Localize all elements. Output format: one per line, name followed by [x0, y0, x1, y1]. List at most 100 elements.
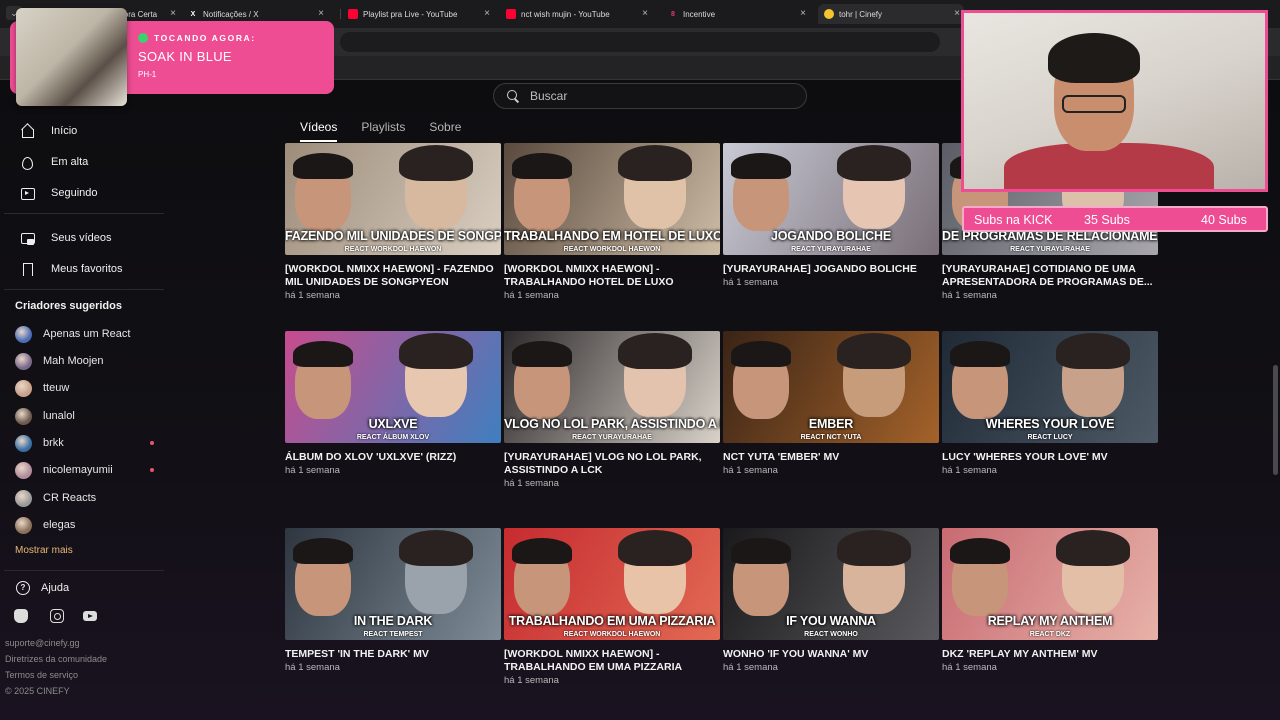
video-thumbnail[interactable]: VLOG NO LOL PARK, ASSISTINDO A LCK REACT … [504, 331, 720, 443]
video-card[interactable]: FAZENDO MIL UNIDADES DE SONGPYEON REACT W… [285, 143, 501, 301]
video-thumbnail[interactable]: UXLXVE REACT ÁLBUM XLOV [285, 331, 501, 443]
now-playing-label: TOCANDO AGORA: [138, 33, 256, 43]
video-title[interactable]: ÁLBUM DO XLOV 'UXLXVE' (RIZZ) [285, 451, 501, 464]
video-thumbnail[interactable]: IF YOU WANNA REACT WONHO [723, 528, 939, 640]
video-thumbnail[interactable]: TRABALHANDO EM HOTEL DE LUXO REACT WORKDO… [504, 143, 720, 255]
creator-name: nicolemayumii [43, 464, 113, 476]
webcam-overlay [961, 10, 1268, 192]
video-card[interactable]: TRABALHANDO EM UMA PIZZARIA REACT WORKDOL… [504, 528, 720, 686]
creator-item[interactable]: tteuw [15, 379, 160, 397]
video-title[interactable]: NCT YUTA 'EMBER' MV [723, 451, 939, 464]
creator-name: CR Reacts [43, 492, 97, 504]
host-hair [293, 341, 353, 367]
video-title[interactable]: [WORKDOL NMIXX HAEWON] - TRABALHANDO HOT… [504, 263, 720, 289]
video-title[interactable]: DKZ 'REPLAY MY ANTHEM' MV [942, 648, 1158, 661]
creator-item[interactable]: Apenas um React [15, 325, 160, 343]
video-title[interactable]: [WORKDOL NMIXX HAEWON] - TRABALHANDO EM … [504, 648, 720, 674]
avatar [15, 489, 32, 507]
incentive-icon: 8 [671, 10, 675, 18]
nav-favorites[interactable]: Meus favoritos [20, 259, 123, 279]
guest-hair [1056, 333, 1130, 369]
video-card[interactable]: IF YOU WANNA REACT WONHO WONHO 'IF YOU WAN… [723, 528, 939, 673]
scrollbar[interactable] [1270, 80, 1280, 720]
browser-tab-active[interactable]: tohr | Cinefy × [818, 4, 964, 24]
video-card[interactable]: TRABALHANDO EM HOTEL DE LUXO REACT WORKDO… [504, 143, 720, 301]
subs-goal-bar: Subs na KICK 35 Subs 40 Subs [962, 206, 1268, 232]
video-title[interactable]: WONHO 'IF YOU WANNA' MV [723, 648, 939, 661]
thumbnail-subtitle: REACT YURAYURAHAE [791, 246, 871, 253]
video-card[interactable]: JOGANDO BOLICHE REACT YURAYURAHAE [YURAYUR… [723, 143, 939, 288]
spotify-icon [138, 33, 148, 43]
host-hair [512, 538, 572, 564]
thumbnail-subtitle: REACT TEMPEST [363, 631, 423, 638]
video-thumbnail[interactable]: EMBER REACT NCT YUTA [723, 331, 939, 443]
video-card[interactable]: UXLXVE REACT ÁLBUM XLOV ÁLBUM DO XLOV 'UXL… [285, 331, 501, 476]
tab-close-icon[interactable]: × [642, 8, 648, 20]
nav-following[interactable]: Seguindo [20, 183, 98, 203]
video-card[interactable]: REPLAY MY ANTHEM REACT DKZ DKZ 'REPLAY MY … [942, 528, 1158, 673]
tab-close-icon[interactable]: × [170, 8, 176, 20]
url-field[interactable] [340, 32, 940, 52]
tab-close-icon[interactable]: × [954, 8, 960, 20]
video-card[interactable]: WHERES YOUR LOVE REACT LUCY LUCY 'WHERES Y… [942, 331, 1158, 476]
creator-item[interactable]: lunalol [15, 407, 160, 425]
guest-hair [1056, 530, 1130, 566]
album-art [16, 8, 127, 106]
video-thumbnail[interactable]: JOGANDO BOLICHE REACT YURAYURAHAE [723, 143, 939, 255]
host-hair [731, 538, 791, 564]
creator-item[interactable]: elegas [15, 516, 160, 534]
creator-item[interactable]: brkk [15, 434, 160, 452]
instagram-icon[interactable] [50, 609, 64, 623]
video-thumbnail[interactable]: TRABALHANDO EM UMA PIZZARIA REACT WORKDOL… [504, 528, 720, 640]
creator-item[interactable]: Mah Moojen [15, 352, 160, 370]
video-title[interactable]: [WORKDOL NMIXX HAEWON] - FAZENDO MIL UNI… [285, 263, 501, 289]
host-hair [293, 538, 353, 564]
cinefy-icon [824, 9, 834, 19]
creator-item[interactable]: nicolemayumii [15, 461, 160, 479]
search-bar[interactable] [493, 83, 807, 109]
subs-kick-label: Subs na KICK [974, 213, 1053, 227]
video-card[interactable]: VLOG NO LOL PARK, ASSISTINDO A LCK REACT … [504, 331, 720, 489]
nav-trending[interactable]: Em alta [20, 152, 88, 172]
creator-item[interactable]: CR Reacts [15, 489, 160, 507]
video-title[interactable]: TEMPEST 'IN THE DARK' MV [285, 648, 501, 661]
youtube-icon[interactable] [83, 611, 97, 621]
video-thumbnail[interactable]: WHERES YOUR LOVE REACT LUCY [942, 331, 1158, 443]
discord-icon[interactable] [14, 609, 28, 623]
video-thumbnail[interactable]: IN THE DARK REACT TEMPEST [285, 528, 501, 640]
nav-home[interactable]: Início [20, 121, 77, 141]
guidelines-link[interactable]: Diretrizes da comunidade [5, 654, 107, 664]
tab-videos[interactable]: Vídeos [300, 120, 338, 142]
browser-tab[interactable]: 8 Incentive × [668, 4, 810, 24]
support-email[interactable]: suporte@cinefy.gg [5, 638, 80, 648]
video-date: há 1 semana [504, 675, 559, 686]
show-more-link[interactable]: Mostrar mais [15, 545, 73, 556]
video-title[interactable]: [YURAYURAHAE] JOGANDO BOLICHE [723, 263, 939, 276]
video-date: há 1 semana [942, 662, 997, 673]
thumbnail-title: REPLAY MY ANTHEM [987, 614, 1113, 628]
video-thumbnail[interactable]: FAZENDO MIL UNIDADES DE SONGPYEON REACT W… [285, 143, 501, 255]
nav-my-videos[interactable]: Seus vídeos [20, 228, 112, 248]
tab-close-icon[interactable]: × [484, 8, 490, 20]
scrollbar-thumb[interactable] [1273, 365, 1278, 475]
search-input[interactable] [530, 89, 790, 103]
video-title[interactable]: LUCY 'WHERES YOUR LOVE' MV [942, 451, 1158, 464]
video-title[interactable]: [YURAYURAHAE] VLOG NO LOL PARK, ASSISTIN… [504, 451, 720, 477]
tab-playlists[interactable]: Playlists [361, 120, 405, 142]
thumbnail-subtitle: REACT YURAYURAHAE [572, 434, 652, 441]
tab-about[interactable]: Sobre [429, 120, 461, 142]
video-card[interactable]: EMBER REACT NCT YUTA NCT YUTA 'EMBER' MV há… [723, 331, 939, 476]
nav-help[interactable]: Ajuda [15, 578, 69, 598]
tab-close-icon[interactable]: × [800, 8, 806, 20]
browser-tab[interactable]: nct wish mujin - YouTube × [506, 4, 652, 24]
browser-tab[interactable]: Playlist pra Live - YouTube × [348, 4, 494, 24]
host-hair [293, 153, 353, 179]
video-thumbnail[interactable]: REPLAY MY ANTHEM REACT DKZ [942, 528, 1158, 640]
avatar [15, 461, 32, 479]
video-date: há 1 semana [285, 662, 340, 673]
terms-link[interactable]: Termos de serviço [5, 670, 78, 680]
video-card[interactable]: IN THE DARK REACT TEMPEST TEMPEST 'IN THE … [285, 528, 501, 673]
video-title[interactable]: [YURAYURAHAE] COTIDIANO DE UMA APRESENTA… [942, 263, 1158, 289]
copyright: © 2025 CINEFY [5, 686, 70, 696]
tab-close-icon[interactable]: × [318, 8, 324, 20]
